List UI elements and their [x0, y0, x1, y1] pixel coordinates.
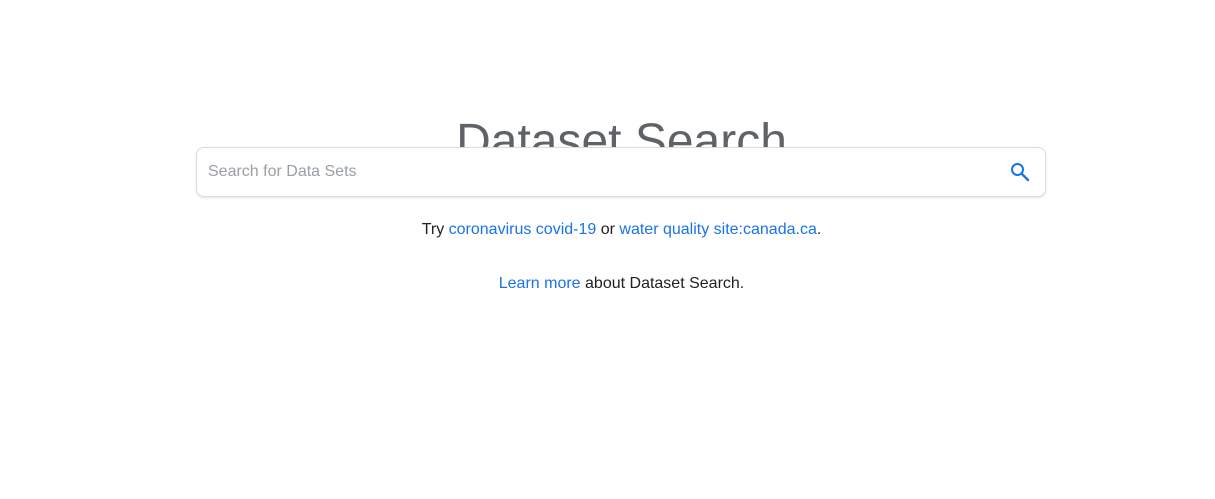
suggestions-line: Try coronavirus covid-19 or water qualit…	[0, 219, 1215, 241]
suggestions-suffix: .	[816, 221, 822, 238]
learn-more-text: about Dataset Search.	[580, 275, 745, 292]
suggestion-link-water-quality[interactable]: water quality site:canada.ca	[619, 221, 816, 238]
search-input[interactable]	[197, 148, 997, 196]
suggestions-prefix: Try	[421, 221, 449, 238]
learn-more-line: Learn more about Dataset Search.	[0, 273, 1215, 295]
learn-more-link[interactable]: Learn more	[499, 275, 581, 292]
search-button[interactable]	[997, 148, 1043, 196]
search-bar	[196, 147, 1046, 197]
search-icon	[1008, 160, 1032, 184]
suggestions-separator: or	[596, 221, 620, 238]
suggestion-link-covid[interactable]: coronavirus covid-19	[449, 221, 597, 238]
dataset-search-page: Dataset Search Try coronavirus covid-19 …	[0, 0, 1215, 499]
